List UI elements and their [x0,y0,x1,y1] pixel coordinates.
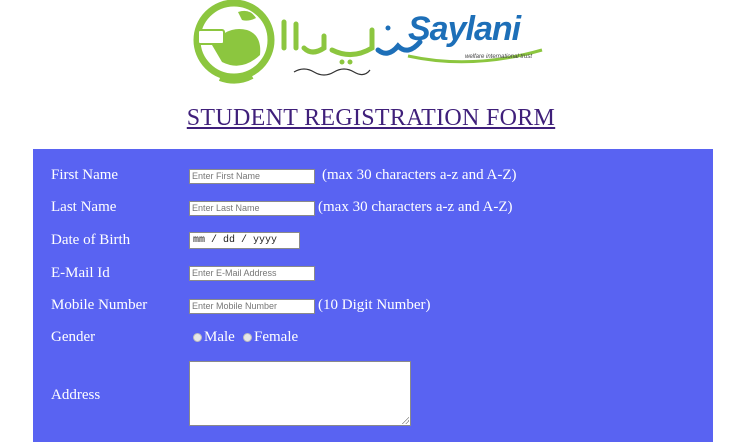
last-name-label: Last Name [51,199,117,215]
logo-brand-text: Saylani [408,10,521,48]
registration-form: First Name Enter First Name (max 30 char… [33,149,713,442]
gender-female-radio[interactable] [243,333,252,342]
address-textarea[interactable] [189,361,411,426]
gender-male-label: Male [204,329,235,345]
logo-subtitle: welfare international trust [465,54,533,60]
page-title: STUDENT REGISTRATION FORM [186,105,556,131]
first-name-input[interactable]: Enter First Name [189,169,315,184]
gender-female-label: Female [254,329,299,345]
gender-label: Gender [51,329,96,345]
dob-input[interactable]: mm / dd / yyyy [189,232,300,249]
last-name-input[interactable]: Enter Last Name [189,201,315,216]
gender-male-radio[interactable] [193,333,202,342]
mobile-input[interactable]: Enter Mobile Number [189,299,315,314]
first-name-hint: (max 30 characters a-z and A-Z) [322,167,517,183]
dob-label: Date of Birth [51,232,131,248]
mobile-hint: (10 Digit Number) [318,297,431,313]
email-input[interactable]: Enter E-Mail Address [189,266,315,281]
resize-handle-icon[interactable] [401,416,409,424]
address-label: Address [51,387,101,403]
email-label: E-Mail Id [51,265,110,281]
mobile-label: Mobile Number [51,297,148,313]
last-name-hint: (max 30 characters a-z and A-Z) [318,199,513,215]
first-name-label: First Name [51,167,119,183]
